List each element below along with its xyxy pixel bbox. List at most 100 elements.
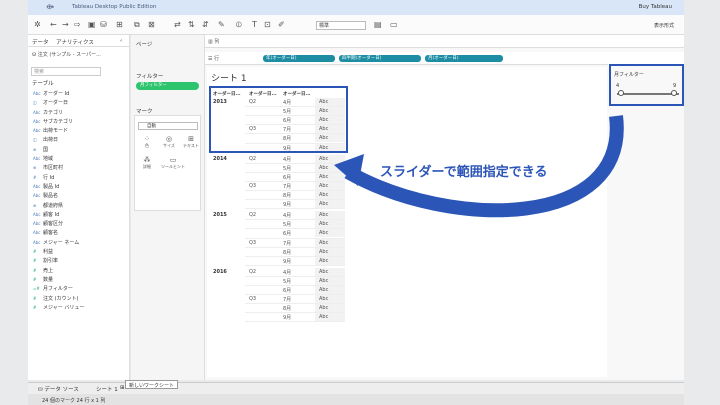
filter-pill-month[interactable]: 月フィルター [136,82,199,90]
field-type-icon: Abc [33,230,41,236]
field-item[interactable]: # 数量 [30,275,128,284]
field-item[interactable]: # メジャー バリュー [30,303,128,312]
field-item[interactable]: ⊕ 都道府県 [30,201,128,210]
table-cell[interactable]: Abc [319,314,328,320]
fix-axes-icon[interactable]: ⊡ [264,20,271,29]
duplicate-icon[interactable]: ⧉ [134,20,140,30]
field-item[interactable]: # 割引率 [30,256,128,265]
replay-icon[interactable]: ⇨ [74,20,81,29]
size-icon: ◎ [165,135,173,143]
table-cell[interactable]: Abc [319,174,328,180]
table-cell[interactable]: Abc [319,258,328,264]
view-size-select[interactable]: 標準 [316,21,366,30]
table-cell[interactable]: Abc [319,212,328,218]
label-icon[interactable]: T [252,20,257,29]
field-item[interactable]: ⊕ 市区町村 [30,163,128,172]
new-worksheet-icon[interactable]: ⊞ [116,20,123,29]
table-cell[interactable]: Abc [319,201,328,207]
table-cell[interactable]: Abc [319,296,328,302]
size-button[interactable]: ◎ サイズ [159,135,179,149]
field-item[interactable]: Abc カテゴリ [30,108,128,117]
buy-tableau-link[interactable]: Buy Tableau [639,4,672,10]
clear-icon[interactable]: ⊠ [148,20,155,29]
month-label: 8月 [283,306,292,313]
field-item[interactable]: Abc オーダー Id [30,89,128,98]
table-cell[interactable]: Abc [319,305,328,311]
field-item[interactable]: Abc サブカテゴリ [30,117,128,126]
card-toggle-icon[interactable]: ▤ [374,20,382,29]
undo-icon[interactable]: ← [50,20,57,29]
highlight-icon[interactable]: ✎ [218,20,225,29]
field-item[interactable]: Abc 製品 Id [30,182,128,191]
marks-card: 自動 ⁘ 色 ◎ サイズ ⊞ テキスト ⁂ 詳細 ▭ ツールヒント [134,115,201,211]
sort-desc-icon[interactable]: ⇵ [202,20,209,29]
tab-sheet1[interactable]: シート 1 [96,385,118,393]
table-cell[interactable]: Abc [319,156,328,162]
sheet-title: シート 1 [211,74,247,84]
new-worksheet-tab-icon[interactable]: ⊞ [120,385,125,391]
field-name: 利益 [43,249,54,256]
field-item[interactable]: ◫ オーダー日 [30,98,128,107]
field-item[interactable]: =# 月フィルター [30,284,128,293]
table-cell[interactable]: Abc [319,230,328,236]
table-cell[interactable]: Abc [319,269,328,275]
show-me-button[interactable]: 表示形式 [654,22,674,29]
field-item[interactable]: Abc 顧客区分 [30,219,128,228]
tab-datasource[interactable]: ⛁ データ ソース [38,385,79,393]
field-item[interactable]: ◫ 出荷日 [30,135,128,144]
table-cell[interactable]: Abc [319,221,328,227]
field-item[interactable]: # 利益 [30,247,128,256]
field-type-icon: Abc [33,156,41,162]
presentation-icon[interactable]: ▭ [390,20,398,29]
tab-analytics[interactable]: アナリティクス [56,38,94,46]
field-item[interactable]: Abc 地域 [30,154,128,163]
datasource-item[interactable]: ⛁ 注文 (サンプル - スーパー... [32,51,101,58]
sort-asc-icon[interactable]: ⇅ [188,20,195,29]
month-label: 7月 [283,297,292,304]
field-item[interactable]: Abc メジャー ネーム [30,238,128,247]
table-cell[interactable]: Abc [319,240,328,246]
field-item[interactable]: Abc 出荷モード [30,126,128,135]
text-button[interactable]: ⊞ テキスト [181,135,201,149]
table-cell[interactable]: Abc [319,192,328,198]
month-label: 6月 [283,288,292,294]
group-icon[interactable]: ⦶ [236,20,242,30]
row-pill-year[interactable]: 年(オーダー日) [263,55,335,62]
tab-data[interactable]: データ [32,38,49,46]
quarter-label: Q3 [249,182,257,189]
data-pane-tabs: データ アナリティクス ‹ [28,35,129,47]
tooltip-button[interactable]: ▭ ツールヒント [159,156,187,170]
save-icon[interactable]: ▣ [88,20,96,29]
field-item[interactable]: Abc 製品名 [30,191,128,200]
datasource-label: 注文 (サンプル - スーパー... [37,52,101,58]
table-cell[interactable]: Abc [319,183,328,189]
detail-button[interactable]: ⁂ 詳細 [137,156,157,170]
field-item[interactable]: ⊕ 国 [30,145,128,154]
new-datasource-icon[interactable]: ⛁ [100,20,107,29]
field-search-input[interactable]: 検索 [31,67,101,76]
table-cell[interactable]: Abc [319,287,328,293]
collapse-icon[interactable]: ‹ [120,38,122,44]
app-title: Tableau Desktop Public Edition [72,4,157,10]
redo-icon[interactable]: → [62,20,69,29]
field-item[interactable]: Abc 顧客名 [30,228,128,237]
marks-type-select[interactable]: 自動 [138,122,198,130]
swap-icon[interactable]: ⇄ [174,20,181,29]
table-cell[interactable]: Abc [319,165,328,171]
row-pill-month[interactable]: 月(オーダー日) [425,55,503,62]
field-item[interactable]: Abc 顧客 Id [30,210,128,219]
table-cell[interactable]: Abc [319,278,328,284]
columns-shelf[interactable]: ▥ 列 [205,35,684,48]
pin-icon[interactable]: ✐ [278,20,285,29]
row-pill-quarter[interactable]: 四半期(オーダー日) [339,55,421,62]
month-label: 5月 [283,278,292,285]
filters-card-title: フィルター [136,74,164,80]
table-cell[interactable]: Abc [319,249,328,255]
field-item[interactable]: # 売上 [30,266,128,275]
field-item[interactable]: # 注文 (カウント) [30,294,128,303]
tableau-icon[interactable]: ✲ [34,20,41,29]
field-type-icon: # [33,276,37,282]
field-item[interactable]: # 行 Id [30,173,128,182]
color-button[interactable]: ⁘ 色 [137,135,157,149]
row-divider [245,321,345,323]
